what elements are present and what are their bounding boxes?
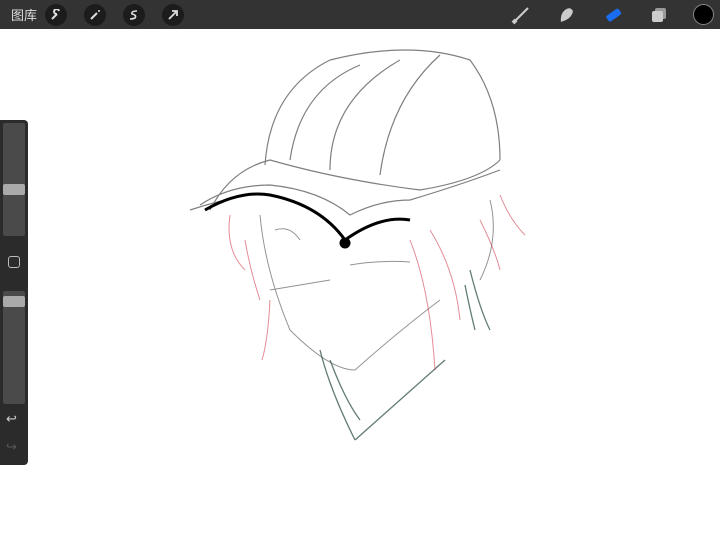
left-sidebar: ↩ ↪ — [0, 120, 28, 465]
smudge-icon — [560, 7, 573, 22]
adjustments-button[interactable] — [84, 3, 107, 26]
top-toolbar: 图库 — [0, 0, 720, 29]
brush-size-slider[interactable] — [3, 123, 25, 236]
selection-button[interactable] — [123, 3, 146, 26]
color-picker-button[interactable] — [693, 4, 714, 25]
eraser-icon — [606, 8, 622, 22]
layers-icon — [652, 7, 666, 22]
brush-size-thumb[interactable] — [3, 184, 25, 196]
actions-button[interactable] — [45, 3, 68, 26]
sketch-face — [259, 199, 494, 371]
transform-arrow-icon — [168, 9, 178, 20]
gallery-button[interactable]: 图库 — [11, 5, 37, 24]
opacity-thumb[interactable] — [3, 296, 25, 308]
sketch-brow — [204, 192, 411, 249]
modify-button[interactable] — [8, 256, 20, 268]
magic-wand-icon — [90, 9, 101, 20]
drawing-canvas[interactable] — [0, 29, 720, 540]
brush-icon — [511, 6, 529, 24]
wrench-icon — [51, 8, 60, 20]
undo-icon[interactable]: ↩ — [6, 412, 17, 427]
sketch-hat — [189, 49, 501, 216]
opacity-slider[interactable] — [3, 291, 25, 404]
brush-button[interactable] — [509, 3, 533, 27]
smudge-button[interactable] — [555, 3, 579, 27]
layers-button[interactable] — [647, 3, 671, 27]
selection-icon — [130, 9, 138, 20]
transform-button[interactable] — [162, 3, 185, 26]
eraser-button[interactable] — [601, 3, 625, 27]
sketch-collar — [319, 269, 491, 441]
redo-icon[interactable]: ↪ — [6, 440, 17, 455]
